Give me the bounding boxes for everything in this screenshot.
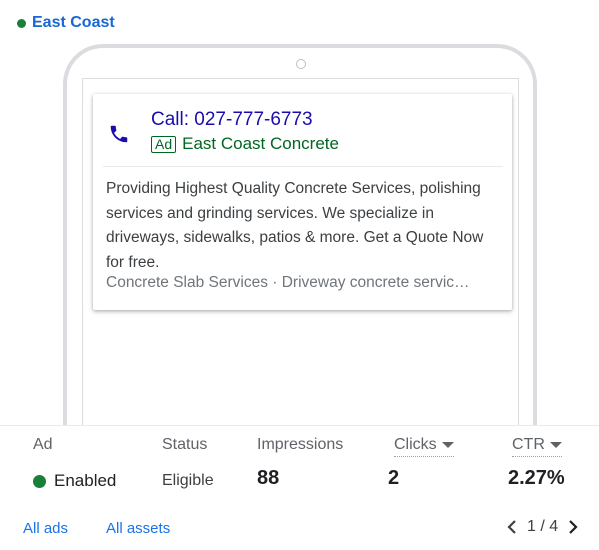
header-ctr-dropdown[interactable]: CTR — [512, 436, 562, 457]
ad-call-headline[interactable]: Call: 027-777-6773 — [151, 109, 313, 131]
all-assets-link[interactable]: All assets — [106, 520, 170, 537]
ctr-value: 2.27% — [508, 467, 565, 489]
ad-advertiser-line: Ad East Coast Concrete — [151, 134, 339, 154]
header-status: Status — [162, 436, 208, 453]
ad-state-text: Enabled — [54, 471, 117, 490]
page-indicator: 1 / 4 — [527, 518, 559, 535]
campaign-label[interactable]: East Coast — [17, 14, 115, 32]
status-value: Eligible — [162, 472, 214, 489]
header-impressions: Impressions — [257, 436, 344, 453]
ad-description: Providing Highest Quality Concrete Servi… — [106, 180, 484, 271]
card-divider — [103, 166, 503, 167]
chevron-left-icon[interactable] — [505, 519, 519, 535]
header-clicks: Clicks — [394, 436, 437, 453]
phone-camera — [296, 59, 306, 69]
phone-screen-edge — [518, 78, 519, 428]
enabled-status-icon — [33, 474, 46, 488]
caret-down-icon — [441, 442, 454, 448]
header-clicks-dropdown[interactable]: Clicks — [394, 436, 454, 457]
ad-preview-card: Call: 027-777-6773 Ad East Coast Concret… — [93, 94, 512, 310]
all-ads-link[interactable]: All ads — [23, 520, 68, 537]
ad-sitelinks: Concrete Slab Services · Driveway concre… — [106, 274, 470, 291]
ad-badge: Ad — [151, 135, 177, 153]
pagination: 1 / 4 — [505, 518, 580, 536]
phone-icon — [110, 125, 128, 143]
header-ctr: CTR — [512, 436, 545, 453]
caret-down-icon — [549, 442, 562, 448]
phone-screen-edge — [82, 78, 83, 428]
chevron-right-icon[interactable] — [566, 519, 580, 535]
impressions-value: 88 — [257, 467, 280, 489]
clicks-value: 2 — [388, 467, 400, 489]
ad-stats-panel: Ad Status Impressions Clicks CTR Enabled… — [0, 425, 599, 550]
campaign-status-dot — [17, 18, 26, 28]
phone-screen-edge — [82, 78, 519, 79]
header-ad: Ad — [33, 436, 53, 453]
business-name: East Coast Concrete — [182, 134, 339, 153]
ad-enabled-status[interactable]: Enabled — [33, 471, 116, 491]
campaign-name[interactable]: East Coast — [32, 14, 115, 32]
